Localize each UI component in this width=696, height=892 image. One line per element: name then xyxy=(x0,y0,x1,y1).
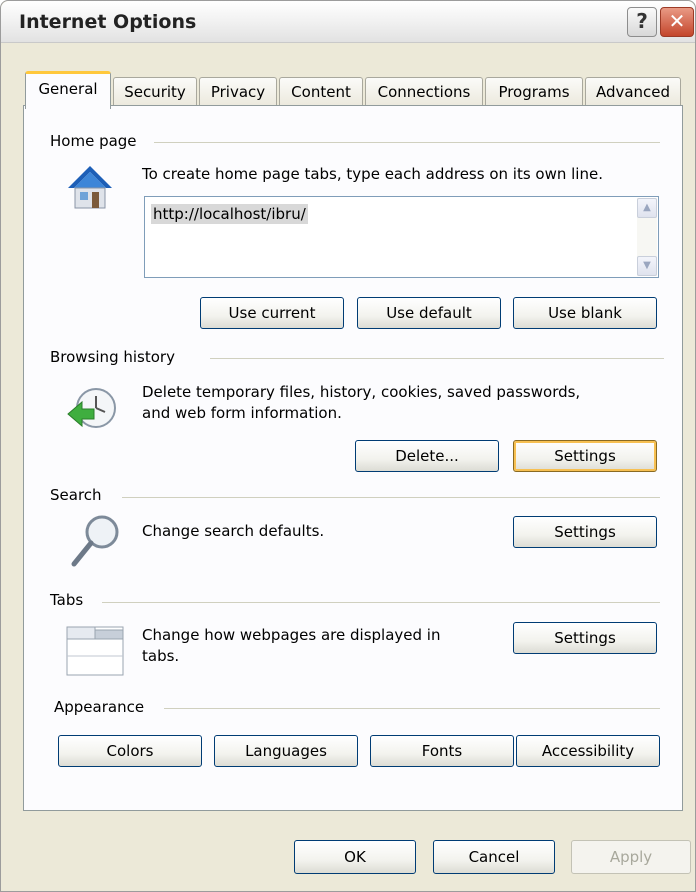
tab-general[interactable]: General xyxy=(25,71,111,109)
clock-history-icon xyxy=(67,388,116,428)
general-tab-panel: Home page To create home page tabs, type… xyxy=(23,105,683,811)
tabs-icon xyxy=(66,626,124,676)
appearance-divider xyxy=(164,708,660,709)
tab-security[interactable]: Security xyxy=(113,77,197,107)
close-button[interactable]: ✕ xyxy=(660,7,694,37)
tab-programs[interactable]: Programs xyxy=(485,77,583,107)
tabs-description-line1: Change how webpages are displayed in xyxy=(142,626,441,644)
browsing-history-divider xyxy=(210,358,664,359)
history-settings-button[interactable]: Settings xyxy=(513,440,657,472)
appearance-heading: Appearance xyxy=(54,698,153,716)
title-bar[interactable]: Internet Options ? ✕ xyxy=(1,1,695,43)
tab-advanced[interactable]: Advanced xyxy=(585,77,681,107)
languages-button[interactable]: Languages xyxy=(214,735,358,767)
scroll-down-icon[interactable]: ▼ xyxy=(637,256,657,276)
browsing-history-description-line1: Delete temporary files, history, cookies… xyxy=(142,383,581,401)
search-divider xyxy=(122,497,660,498)
tab-connections[interactable]: Connections xyxy=(365,77,483,107)
magnifier-icon xyxy=(71,515,119,567)
home-page-description: To create home page tabs, type each addr… xyxy=(142,165,603,183)
use-default-button[interactable]: Use default xyxy=(357,297,501,329)
search-description: Change search defaults. xyxy=(142,522,325,540)
home-page-heading: Home page xyxy=(50,132,145,150)
browsing-history-description-line2: and web form information. xyxy=(142,404,342,422)
home-page-divider xyxy=(154,142,660,143)
home-page-url-field[interactable]: http://localhost/ibru/ ▲ ▼ xyxy=(144,196,659,278)
tab-content[interactable]: Content xyxy=(279,77,363,107)
use-current-button[interactable]: Use current xyxy=(200,297,344,329)
help-button[interactable]: ? xyxy=(627,7,657,37)
tabs-divider xyxy=(102,602,660,603)
ok-button[interactable]: OK xyxy=(294,840,416,874)
fonts-button[interactable]: Fonts xyxy=(370,735,514,767)
cancel-button[interactable]: Cancel xyxy=(433,840,555,874)
url-field-scrollbar[interactable]: ▲ ▼ xyxy=(637,198,657,276)
tab-privacy[interactable]: Privacy xyxy=(199,77,277,107)
apply-button[interactable]: Apply xyxy=(571,840,691,874)
house-icon xyxy=(68,166,112,209)
internet-options-dialog: Internet Options ? ✕ General Security Pr… xyxy=(0,0,696,892)
colors-button[interactable]: Colors xyxy=(58,735,202,767)
accessibility-button[interactable]: Accessibility xyxy=(516,735,660,767)
tabs-description-line2: tabs. xyxy=(142,647,180,665)
search-settings-button[interactable]: Settings xyxy=(513,516,657,548)
delete-history-button[interactable]: Delete... xyxy=(355,440,499,472)
tabs-settings-button[interactable]: Settings xyxy=(513,622,657,654)
use-blank-button[interactable]: Use blank xyxy=(513,297,657,329)
window-title: Internet Options xyxy=(19,11,197,33)
scroll-up-icon[interactable]: ▲ xyxy=(637,198,657,218)
tabs-heading: Tabs xyxy=(50,591,92,609)
browsing-history-heading: Browsing history xyxy=(50,348,183,366)
home-page-url-value: http://localhost/ibru/ xyxy=(151,204,308,224)
search-heading: Search xyxy=(50,486,110,504)
